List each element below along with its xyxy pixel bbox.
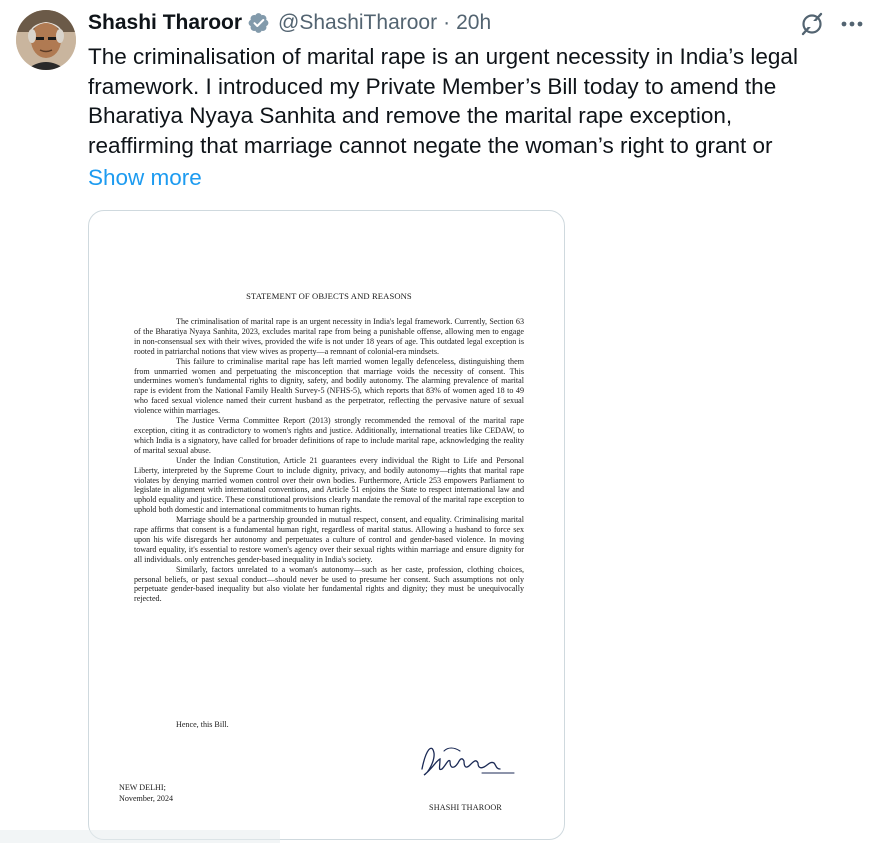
- status-bar-strip: [0, 830, 280, 843]
- author-display-name[interactable]: Shashi Tharoor: [88, 11, 242, 35]
- tweet-text-line: reaffirming that marriage cannot negate …: [88, 132, 773, 158]
- document-date: November, 2024: [119, 794, 174, 803]
- grok-button[interactable]: [798, 10, 826, 38]
- document-paragraph: The Justice Verma Committee Report (2013…: [134, 416, 524, 455]
- document-place-date: NEW DELHI; November, 2024: [119, 782, 173, 804]
- tweet-text-line: Bharatiya Nyaya Sanhita and remove the m…: [88, 103, 733, 128]
- document-title: STATEMENT OF OBJECTS AND REASONS: [246, 291, 412, 301]
- avatar[interactable]: [16, 10, 76, 70]
- tweet: Shashi Tharoor @ShashiTharoor · 20h The …: [0, 0, 886, 843]
- show-more-link[interactable]: Show more: [88, 163, 202, 192]
- timestamp[interactable]: 20h: [456, 11, 491, 35]
- signature-image: [414, 739, 524, 781]
- document-paragraph: The criminalisation of marital rape is a…: [134, 317, 524, 356]
- more-horizontal-icon: [841, 21, 863, 27]
- more-options-button[interactable]: [838, 10, 866, 38]
- document-closing: Hence, this Bill.: [176, 720, 229, 729]
- attached-image[interactable]: STATEMENT OF OBJECTS AND REASONS The cri…: [88, 210, 565, 840]
- tweet-text-line: The criminalisation of marital rape is a…: [88, 44, 798, 69]
- document-signer: SHASHI THAROOR: [429, 803, 503, 812]
- tweet-text: The criminalisation of marital rape is a…: [88, 42, 870, 160]
- tweet-header: Shashi Tharoor @ShashiTharoor · 20h: [88, 9, 491, 37]
- verified-badge-icon[interactable]: [248, 12, 270, 34]
- document-paragraph: Under the Indian Constitution, Article 2…: [134, 455, 524, 515]
- separator-dot: ·: [443, 11, 451, 34]
- document-page: STATEMENT OF OBJECTS AND REASONS The cri…: [114, 211, 544, 839]
- document-paragraph: Marriage should be a partnership grounde…: [134, 515, 524, 564]
- tweet-text-line: framework. I introduced my Private Membe…: [88, 73, 777, 99]
- document-paragraph: This failure to criminalise marital rape…: [134, 356, 524, 416]
- document-place: NEW DELHI;: [119, 783, 166, 792]
- document-body: The criminalisation of marital rape is a…: [134, 317, 524, 604]
- document-paragraph: Similarly, factors unrelated to a woman'…: [134, 564, 524, 604]
- author-handle[interactable]: @ShashiTharoor: [278, 11, 437, 35]
- avatar-image: [16, 10, 76, 70]
- grok-icon: [801, 12, 823, 36]
